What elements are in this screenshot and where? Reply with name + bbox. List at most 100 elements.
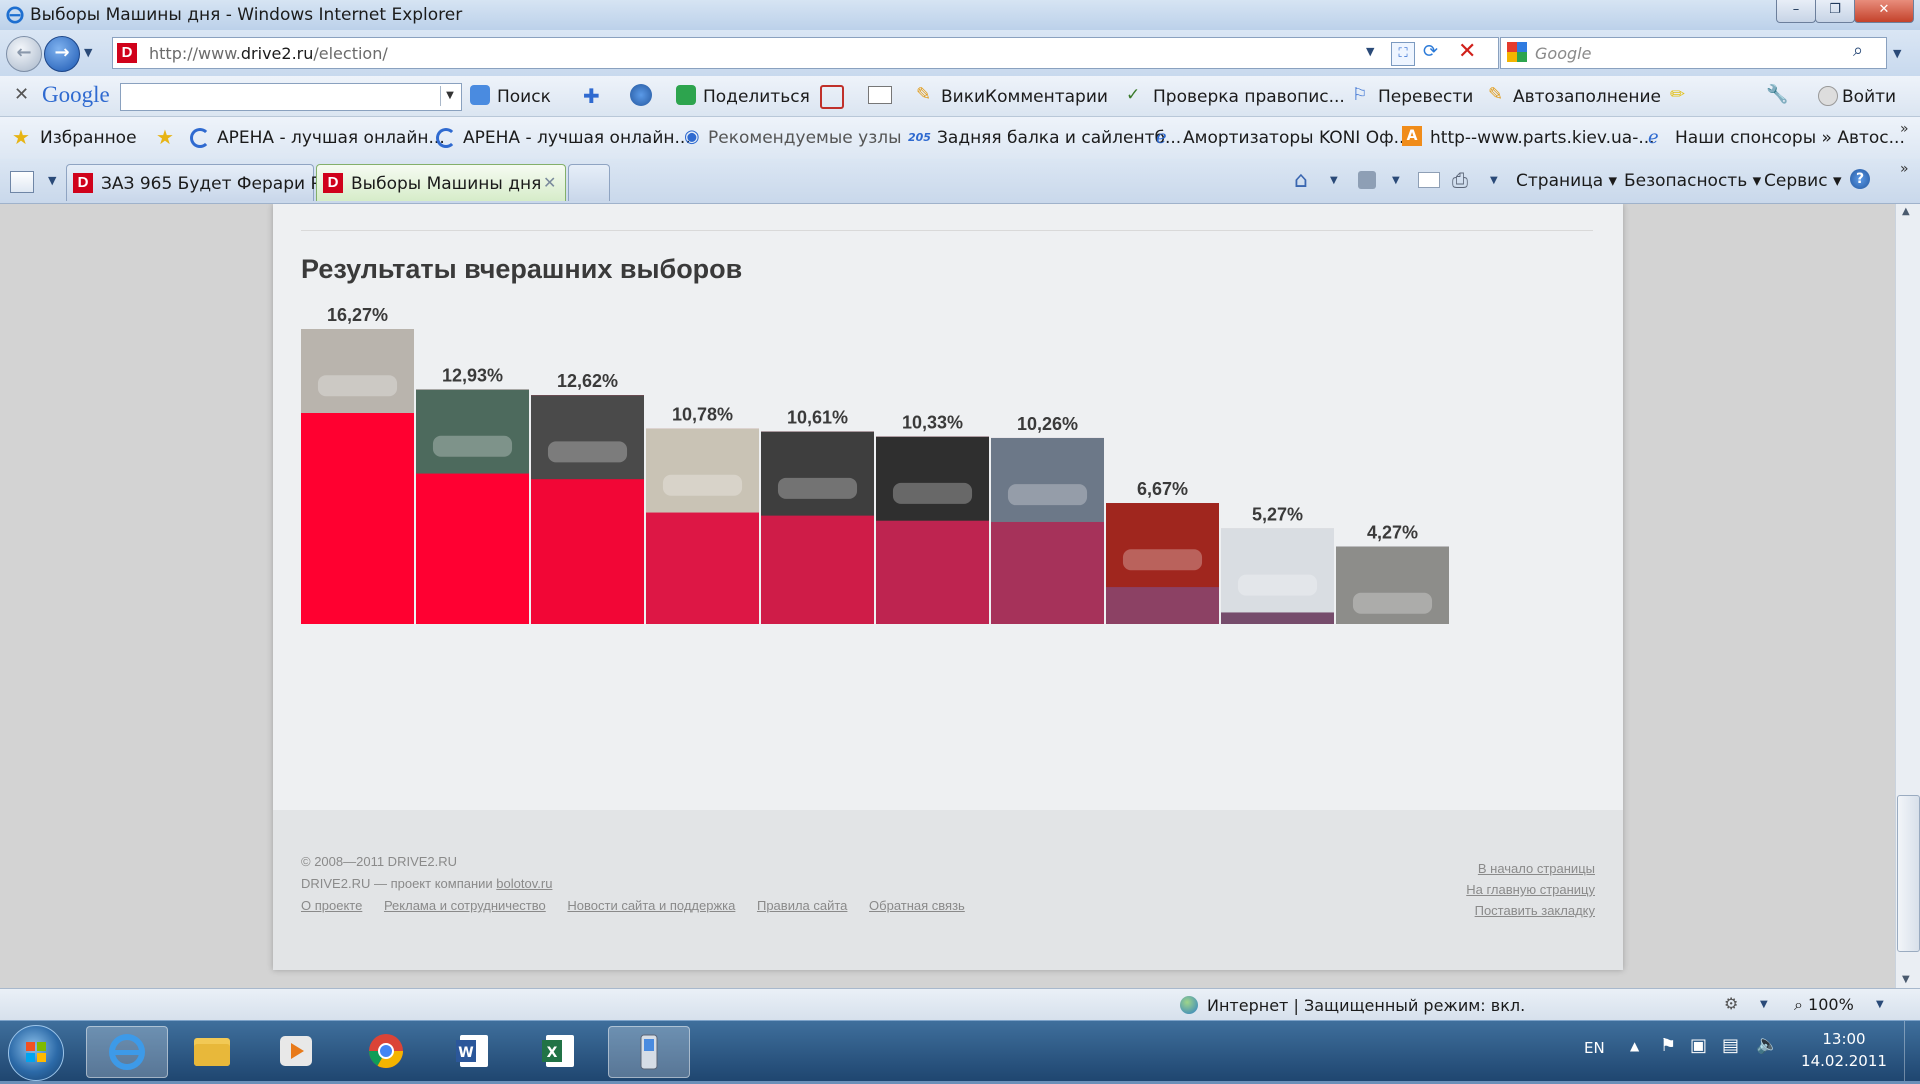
favorites-button[interactable]: Избранное [40,128,137,148]
scroll-down-arrow-icon[interactable]: ▼ [1902,974,1910,985]
network-icon[interactable]: ▤ [1722,1035,1739,1056]
google-input-dropdown[interactable]: ▼ [440,86,459,106]
car-thumbnail[interactable] [416,389,529,474]
tab-elections[interactable]: D Выборы Машины дня ✕ [316,164,566,201]
car-thumbnail[interactable] [1221,528,1334,613]
taskbar-excel[interactable]: X [520,1026,600,1076]
print-dropdown[interactable]: ▼ [1490,175,1498,186]
search-icon[interactable]: ⌕ [1853,40,1863,61]
wiki-comments-button[interactable]: ВикиКомментарии [941,87,1108,107]
favorite-link-arena-2[interactable]: АРЕНА - лучшая онлайн... [463,128,691,148]
close-tab-icon[interactable]: ✕ [543,173,556,192]
maximize-button[interactable]: ❐ [1815,0,1855,23]
car-thumbnail[interactable] [301,329,414,413]
taskbar-media-player[interactable] [256,1026,336,1076]
taskbar-phone-app[interactable] [608,1026,690,1078]
close-window-button[interactable]: ✕ [1854,0,1914,23]
taskbar-chrome[interactable] [346,1026,426,1076]
favorite-link-rear-beam[interactable]: Задняя балка и сайлентб... [937,128,1181,148]
highlight-icon[interactable]: ✏ [1670,84,1685,105]
stop-icon[interactable]: ✕ [1458,39,1476,64]
help-icon[interactable]: ? [1850,169,1870,189]
mail-icon[interactable] [1418,172,1440,188]
language-indicator[interactable]: EN [1584,1039,1605,1057]
print-icon[interactable]: ⎙ [1452,168,1468,192]
scrollbar-thumb[interactable] [1897,795,1920,952]
google-search-input[interactable]: ▼ [120,83,462,111]
close-toolbar-icon[interactable]: ✕ [14,84,29,105]
minimize-button[interactable]: – [1776,0,1816,23]
favorite-link-sponsors[interactable]: Наши спонсоры » Автос... [1675,128,1905,148]
tab-zaz965[interactable]: D ЗАЗ 965 Будет Ферари Ре... [66,164,347,201]
plus-icon[interactable]: ✚ [583,84,600,108]
privacy-dropdown[interactable]: ▼ [1760,999,1768,1010]
home-icon[interactable]: ⌂ [1294,168,1308,193]
quick-tabs-icon[interactable] [10,171,34,193]
home-dropdown[interactable]: ▼ [1330,175,1338,186]
forward-button[interactable]: → [44,36,80,72]
tools-menu[interactable]: Сервис ▾ [1764,171,1841,191]
feeds-icon[interactable] [1358,171,1376,189]
url-dropdown-icon[interactable]: ▼ [1366,45,1374,58]
taskbar-word[interactable]: W [434,1026,514,1076]
add-favorite-icon[interactable]: ★ [156,125,174,149]
tab-list-dropdown[interactable]: ▼ [48,174,56,187]
car-thumbnail[interactable] [646,428,759,513]
taskbar-ie[interactable] [86,1026,168,1078]
more-favorites-chevron-icon[interactable]: » [1900,121,1909,137]
url-field[interactable]: D http://www.drive2.ru/election/ ▼ ⛶ ⟳ ✕ [112,37,1499,69]
search-options-dropdown[interactable]: ▼ [1893,47,1901,60]
back-button[interactable]: ← [6,36,42,72]
scroll-up-arrow-icon[interactable]: ▲ [1902,206,1910,217]
link-page-top[interactable]: В начало страницы [1466,858,1595,879]
privacy-icon[interactable]: ⚙ [1724,994,1738,1013]
popup-blocker-icon[interactable] [820,85,844,109]
new-tab-button[interactable] [568,164,610,201]
more-commands-chevron-icon[interactable]: » [1900,161,1909,177]
spellcheck-button[interactable]: Проверка правопис... [1153,87,1345,107]
suggested-sites-link[interactable]: Рекомендуемые узлы [708,128,902,148]
show-desktop-button[interactable] [1904,1021,1920,1081]
share-button[interactable]: Поделиться [703,87,810,107]
favorite-link-parts[interactable]: http--www.parts.kiev.ua-... [1430,128,1655,148]
sign-in-button[interactable]: Войти [1842,87,1896,107]
favorite-link-koni[interactable]: Амортизаторы KONI Оф... [1183,128,1410,148]
bookmarks-icon[interactable] [868,86,892,104]
footer-link-advertising[interactable]: Реклама и сотрудничество [384,898,546,913]
security-zone-text[interactable]: Интернет | Защищенный режим: вкл. [1207,996,1525,1015]
action-center-flag-icon[interactable]: ⚑ [1660,1035,1676,1056]
autofill-button[interactable]: Автозаполнение [1513,87,1661,107]
footer-link-about[interactable]: О проекте [301,898,362,913]
start-button[interactable] [8,1025,64,1081]
compatibility-view-icon[interactable]: ⛶ [1391,42,1415,66]
refresh-icon[interactable]: ⟳ [1423,41,1438,62]
zoom-dropdown[interactable]: ▼ [1876,999,1884,1010]
toolbar-search-button[interactable]: Поиск [497,87,551,107]
link-bookmark[interactable]: Поставить закладку [1466,900,1595,921]
favorite-link-arena-1[interactable]: АРЕНА - лучшая онлайн... [217,128,445,148]
page-menu[interactable]: Страница ▾ [1516,171,1617,191]
car-thumbnail[interactable] [876,436,989,521]
bolotov-link[interactable]: bolotov.ru [496,876,552,891]
car-thumbnail[interactable] [761,431,874,516]
footer-link-news[interactable]: Новости сайта и поддержка [567,898,735,913]
car-thumbnail[interactable] [991,437,1104,522]
taskbar-explorer[interactable] [172,1026,252,1076]
car-thumbnail[interactable] [531,395,644,480]
volume-icon[interactable]: 🔈 [1756,1034,1778,1055]
device-icon[interactable]: ▣ [1690,1035,1707,1056]
search-field[interactable]: Google ⌕ [1500,37,1887,69]
clock[interactable]: 13:00 14.02.2011 [1800,1028,1888,1072]
car-thumbnail[interactable] [1106,503,1219,588]
wrench-icon[interactable]: 🔧 [1766,84,1788,105]
translate-button[interactable]: Перевести [1378,87,1473,107]
zoom-level[interactable]: ⌕ 100% [1794,995,1854,1015]
footer-link-feedback[interactable]: Обратная связь [869,898,965,913]
safety-menu[interactable]: Безопасность ▾ [1624,171,1761,191]
url-text[interactable]: http://www.drive2.ru/election/ [149,44,388,63]
link-home[interactable]: На главную страницу [1466,879,1595,900]
footer-link-rules[interactable]: Правила сайта [757,898,847,913]
feeds-dropdown[interactable]: ▼ [1392,175,1400,186]
show-hidden-icons-icon[interactable]: ▲ [1630,1039,1639,1053]
recent-pages-dropdown[interactable]: ▼ [84,46,92,59]
